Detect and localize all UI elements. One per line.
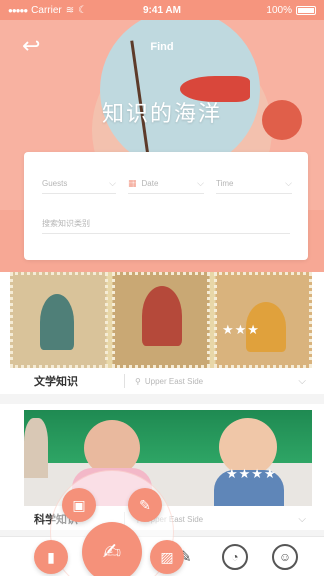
chevron-down-icon: ⌵ <box>285 178 292 188</box>
loading-icon: ☾ <box>78 4 88 16</box>
card-footer: 文学知识 ⚲ Upper East Side ⌵ <box>0 368 324 394</box>
battery-percent: 100% <box>266 4 292 16</box>
battery-icon <box>296 5 316 15</box>
time-field[interactable]: Time ⌵ <box>216 174 292 194</box>
edit-note-icon[interactable]: ✍ <box>82 522 142 576</box>
palette-icon[interactable]: ◔ <box>222 544 248 570</box>
chevron-down-icon[interactable]: ⌵ <box>298 376 306 387</box>
stamp-figure <box>142 286 182 346</box>
tv-icon[interactable]: ▣ <box>62 488 96 522</box>
time-placeholder: Time <box>216 179 234 188</box>
chevron-down-icon: ⌵ <box>109 178 116 188</box>
divider <box>124 374 125 388</box>
search-card: Guests ⌵ ▦ Date ⌵ Time ⌵ 搜索知识类别 <box>24 152 308 260</box>
chevron-down-icon: ⌵ <box>197 178 204 188</box>
stamp-figure <box>40 294 74 350</box>
knowledge-card[interactable]: ★★★ 文学知识 ⚲ Upper East Side ⌵ <box>0 272 324 394</box>
signal-icon: ●●●●● <box>8 5 28 15</box>
hero-title: 知识的海洋 <box>101 101 222 126</box>
find-screen: ●●●●● Carrier ≋ ☾ 9:41 AM 100% ↩ Find 知识… <box>0 0 324 576</box>
status-right: 100% <box>266 5 316 16</box>
pencil-icon[interactable]: ✎ <box>128 488 162 522</box>
location-pin-icon: ⚲ <box>135 376 141 386</box>
child-figure <box>24 418 48 478</box>
guests-field[interactable]: Guests ⌵ <box>42 174 116 194</box>
profile-icon[interactable]: ☺ <box>272 544 298 570</box>
book-icon[interactable]: ▮ <box>34 540 68 574</box>
card-title: 文学知识 <box>34 376 78 388</box>
rating-stars: ★★★ <box>222 322 260 337</box>
status-bar: ●●●●● Carrier ≋ ☾ 9:41 AM 100% <box>0 0 324 20</box>
picture-icon[interactable]: ▨ <box>150 540 184 574</box>
card-location: ⚲ Upper East Side <box>135 377 203 386</box>
status-left: ●●●●● Carrier ≋ ☾ <box>8 5 87 16</box>
chevron-down-icon[interactable]: ⌵ <box>298 514 306 525</box>
topic-search-placeholder: 搜索知识类别 <box>42 219 90 228</box>
wifi-icon: ≋ <box>65 4 75 16</box>
date-field[interactable]: ▦ Date ⌵ <box>128 174 204 194</box>
carrier-label: Carrier <box>31 4 62 16</box>
stamp-artwork-image: ★★★ <box>10 272 312 368</box>
guests-placeholder: Guests <box>42 179 68 188</box>
calendar-icon: ▦ <box>128 178 137 188</box>
date-placeholder: Date <box>141 179 159 188</box>
nav-title: Find <box>150 41 174 53</box>
card-location-label: Upper East Side <box>144 376 204 386</box>
rating-stars: ★★★★ <box>226 466 277 481</box>
topic-search-input[interactable]: 搜索知识类别 <box>42 214 290 234</box>
